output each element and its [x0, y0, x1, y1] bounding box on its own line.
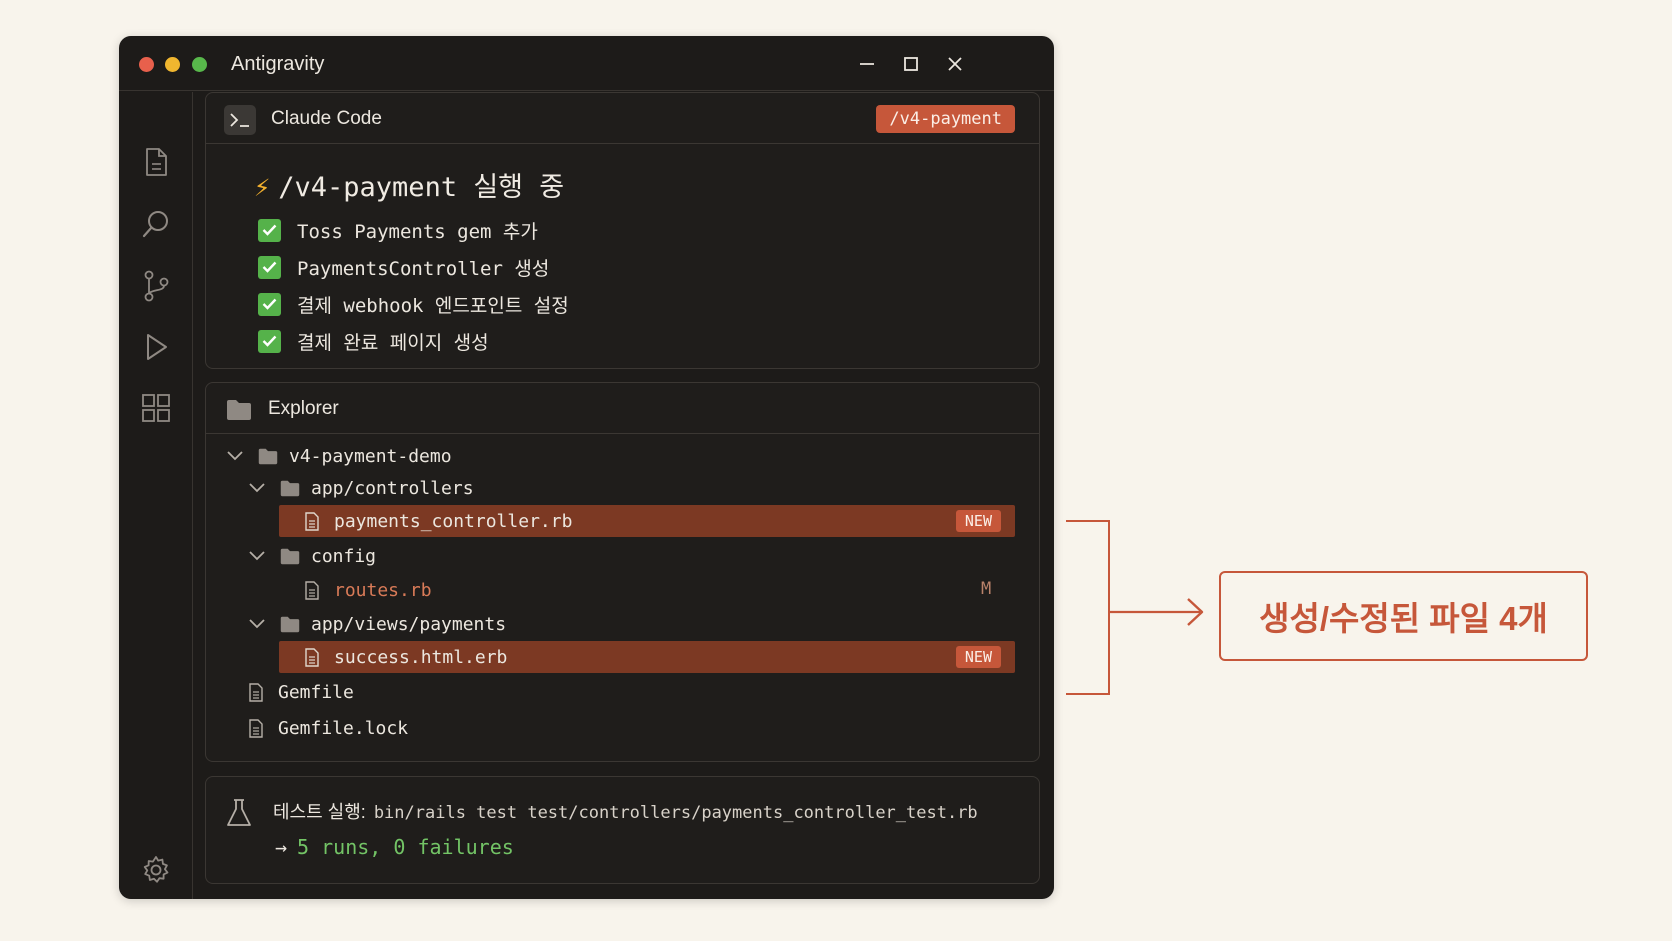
folder-icon	[280, 480, 300, 497]
task-label: 결제 webhook 엔드포인트 설정	[297, 294, 569, 317]
new-badge: NEW	[955, 510, 1001, 532]
result-arrow: →	[275, 835, 288, 859]
checkbox-checked-icon	[258, 292, 281, 316]
traffic-light-minimize[interactable]	[165, 57, 180, 72]
tree-folder-app-controllers[interactable]: app/controllers	[248, 472, 474, 504]
test-command-line: 테스트 실행: bin/rails test test/controllers/p…	[273, 798, 978, 824]
folder-icon	[226, 399, 252, 426]
tree-item-label: Gemfile	[278, 681, 354, 703]
search-icon[interactable]	[138, 206, 174, 242]
run-status-title: ⚡/v4-payment 실행 중	[254, 165, 564, 204]
app-window: Antigravity Claude Code /v4-payment ⚡ /v…	[119, 36, 1054, 899]
tree-item-label: config	[311, 545, 377, 567]
chevron-down-icon	[226, 450, 248, 462]
extensions-icon[interactable]	[138, 390, 174, 426]
activity-bar	[119, 92, 193, 899]
file-icon	[248, 718, 264, 738]
checkbox-checked-icon	[258, 329, 281, 353]
file-icon	[304, 580, 320, 600]
chevron-down-icon	[248, 618, 270, 630]
claude-code-title: Claude Code	[271, 108, 382, 129]
source-control-icon[interactable]	[138, 268, 174, 304]
tree-file-payments-controller[interactable]: payments_controller.rb	[304, 505, 572, 537]
command-tag: /v4-payment	[876, 105, 1015, 133]
flask-icon	[226, 798, 252, 833]
tree-item-label: success.html.erb	[334, 646, 508, 668]
test-panel: 테스트 실행: bin/rails test test/controllers/p…	[205, 776, 1040, 884]
claude-code-panel: Claude Code /v4-payment ⚡/v4-payment 실행 …	[205, 92, 1040, 369]
close-icon[interactable]	[942, 51, 968, 77]
tree-file-success-html-erb[interactable]: success.html.erb	[304, 641, 507, 673]
files-icon[interactable]	[138, 144, 174, 180]
explorer-panel: Explorer v4-payment-demo app/controllers…	[205, 382, 1040, 762]
run-status-text: /v4-payment 실행 중	[278, 172, 565, 203]
tree-file-gemfile[interactable]: Gemfile	[248, 676, 354, 708]
tree-item-label: app/views/payments	[311, 613, 507, 635]
chevron-down-icon	[248, 550, 270, 562]
checkbox-checked-icon	[258, 218, 281, 242]
minimize-icon[interactable]	[854, 51, 880, 77]
task-item: 결제 webhook 엔드포인트 설정	[258, 291, 569, 317]
file-icon	[304, 511, 320, 531]
annotation-bracket-arrow	[1066, 520, 1204, 695]
tree-item-label: v4-payment-demo	[289, 445, 452, 467]
test-command: bin/rails test test/controllers/payments…	[373, 803, 978, 823]
task-item: Toss Payments gem 추가	[258, 217, 538, 243]
folder-icon	[280, 616, 300, 633]
tree-file-routes[interactable]: routes.rb	[304, 574, 432, 606]
annotation-callout: 생성/수정된 파일 4개	[1219, 571, 1588, 661]
task-label: PaymentsController 생성	[297, 257, 550, 280]
task-item: 결제 완료 페이지 생성	[258, 328, 489, 354]
task-label: 결제 완료 페이지 생성	[297, 331, 489, 354]
explorer-title: Explorer	[268, 398, 339, 419]
folder-icon	[280, 548, 300, 565]
task-item: PaymentsController 생성	[258, 254, 549, 280]
traffic-light-close[interactable]	[139, 57, 154, 72]
claude-code-header: Claude Code /v4-payment	[206, 93, 1039, 144]
test-result-line: → 5 runs, 0 failures	[275, 835, 514, 859]
chevron-down-icon	[248, 482, 270, 494]
tree-item-label: payments_controller.rb	[334, 510, 573, 532]
tree-item-label: app/controllers	[311, 477, 474, 499]
tree-item-label: routes.rb	[334, 579, 432, 601]
test-label: 테스트 실행:	[273, 802, 366, 822]
window-title: Antigravity	[231, 53, 325, 75]
file-icon	[304, 647, 320, 667]
tree-item-label: Gemfile.lock	[278, 717, 409, 739]
test-result: 5 runs, 0 failures	[297, 835, 514, 859]
callout-text: 생성/수정된 파일 4개	[1259, 600, 1548, 637]
lightning-icon: ⚡	[254, 172, 271, 203]
title-bar: Antigravity	[119, 36, 1054, 91]
tree-folder-app-views-payments[interactable]: app/views/payments	[248, 608, 506, 640]
explorer-header: Explorer	[206, 383, 1039, 434]
tree-folder-v4-payment-demo[interactable]: v4-payment-demo	[226, 440, 452, 472]
modified-indicator: M	[981, 579, 992, 599]
new-badge: NEW	[955, 646, 1001, 668]
checkbox-checked-icon	[258, 255, 281, 279]
terminal-icon	[224, 105, 256, 135]
task-label: Toss Payments gem 추가	[297, 220, 538, 243]
maximize-icon[interactable]	[898, 51, 924, 77]
file-icon	[248, 682, 264, 702]
settings-icon[interactable]	[138, 852, 174, 888]
traffic-light-zoom[interactable]	[192, 57, 207, 72]
tree-folder-config[interactable]: config	[248, 540, 376, 572]
tree-file-gemfile-lock[interactable]: Gemfile.lock	[248, 712, 408, 744]
folder-icon	[258, 448, 278, 465]
run-icon[interactable]	[138, 329, 174, 365]
